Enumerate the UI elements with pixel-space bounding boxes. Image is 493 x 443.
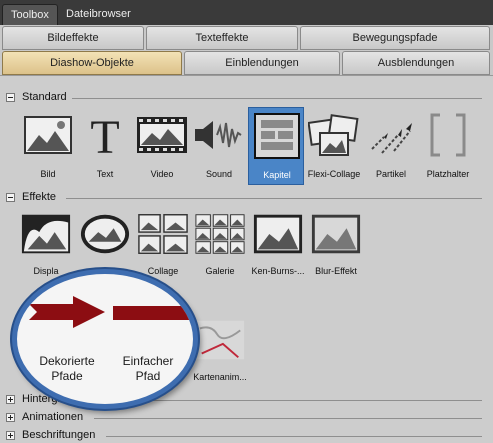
film-icon: [136, 109, 188, 161]
object-bild[interactable]: Bild: [20, 107, 76, 185]
simple-path-label: Einfacher Pfad: [109, 354, 187, 384]
section-effekte-header[interactable]: Effekte: [6, 191, 486, 205]
expand-icon[interactable]: [6, 395, 15, 404]
expand-icon[interactable]: [6, 413, 15, 422]
object-collage[interactable]: Collage: [135, 206, 191, 284]
object-label: Platzhalter: [426, 169, 470, 179]
object-sound[interactable]: Sound: [191, 107, 247, 185]
object-galerie[interactable]: Galerie: [192, 206, 248, 284]
displacement-icon: [20, 208, 72, 260]
tab-einblendungen[interactable]: Einblendungen: [184, 51, 340, 75]
object-displacement[interactable]: Displa: [18, 206, 74, 284]
magnifier-callout: Dekorierte Pfade Einfacher Pfad: [12, 269, 198, 409]
section-divider: [94, 418, 482, 419]
particle-icon: [365, 109, 417, 161]
tab-texteffekte[interactable]: Texteffekte: [146, 26, 298, 50]
picture-icon: [22, 109, 74, 161]
blur-icon: [310, 208, 362, 260]
speaker-icon: [193, 109, 245, 161]
toolbox-topbar: Toolbox Dateibrowser: [0, 0, 493, 25]
map-route-icon: [194, 314, 246, 366]
object-blur-effekt[interactable]: Blur-Effekt: [308, 206, 364, 284]
section-title: Standard: [22, 91, 67, 103]
section-standard-header[interactable]: Standard: [6, 91, 486, 105]
tab-row-objects: Diashow-Objekte Einblendungen Ausblendun…: [0, 50, 493, 76]
section-divider: [106, 436, 482, 437]
object-label: Kartenanim...: [193, 372, 247, 382]
object-kartenanimation[interactable]: Kartenanim...: [192, 312, 248, 390]
object-kapitel[interactable]: Kapitel: [248, 107, 304, 185]
section-title: Animationen: [22, 411, 84, 423]
simple-path-label-line1: Einfacher Pfad: [122, 354, 174, 383]
collapse-icon[interactable]: [6, 93, 15, 102]
section-divider: [106, 400, 482, 401]
decorated-path-label: Dekorierte Pfade: [25, 354, 109, 384]
section-divider: [72, 98, 482, 99]
simple-path-icon: [113, 306, 189, 323]
chapter-icon: [251, 110, 303, 162]
gallery-icon: [194, 208, 246, 260]
section-title: Beschriftungen: [22, 429, 96, 441]
placeholder-icon: [422, 109, 474, 161]
object-label: Blur-Effekt: [315, 266, 357, 276]
tab-bewegungspfade[interactable]: Bewegungspfade: [300, 26, 490, 50]
expand-icon[interactable]: [6, 431, 15, 440]
collage-icon: [308, 109, 360, 161]
section-divider: [66, 198, 482, 199]
text-icon: T: [79, 109, 131, 161]
decorated-path-icon: [29, 294, 109, 333]
tab-toolbox[interactable]: Toolbox: [2, 4, 58, 25]
section-title: Effekte: [22, 191, 57, 203]
object-partikel[interactable]: Partikel: [363, 107, 419, 185]
object-text[interactable]: T Text: [77, 107, 133, 185]
object-platzhalter[interactable]: Platzhalter: [420, 107, 476, 185]
tab-row-effects: Bildeffekte Texteffekte Bewegungspfade: [0, 25, 493, 51]
tab-dateibrowser[interactable]: Dateibrowser: [58, 4, 139, 25]
section-animationen-header[interactable]: Animationen: [6, 411, 486, 425]
collage-grid-icon: [137, 208, 189, 260]
object-flexi-collage[interactable]: Flexi-Collage: [306, 107, 362, 185]
tab-diashow-objekte[interactable]: Diashow-Objekte: [2, 51, 182, 75]
tab-bildeffekte[interactable]: Bildeffekte: [2, 26, 144, 50]
object-video[interactable]: Video: [134, 107, 190, 185]
section-beschriftungen-header[interactable]: Beschriftungen: [6, 429, 486, 443]
collapse-icon[interactable]: [6, 193, 15, 202]
decorated-path-label-line1: Dekorierte Pfade: [39, 354, 95, 383]
ken-burns-icon: [252, 208, 304, 260]
object-ken-burns[interactable]: Ken-Burns-...: [250, 206, 306, 284]
tab-ausblendungen[interactable]: Ausblendungen: [342, 51, 490, 75]
oval-mask-icon: [79, 208, 131, 260]
svg-text:T: T: [90, 111, 119, 159]
